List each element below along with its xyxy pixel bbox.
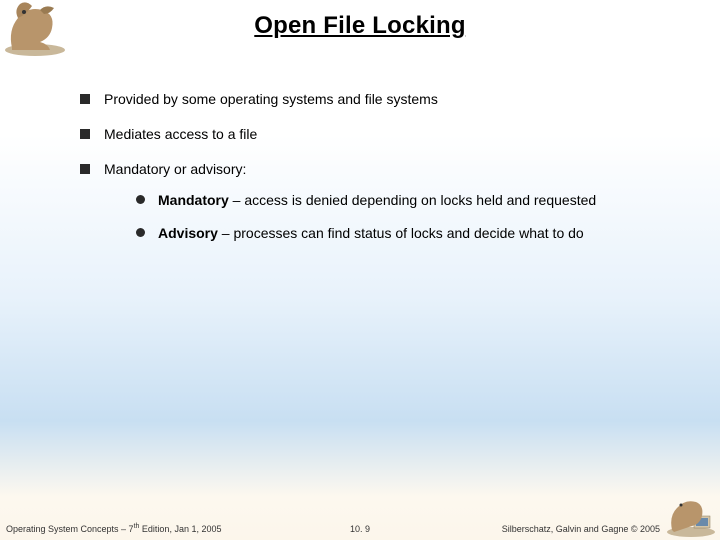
dino-icon-top	[0, 0, 70, 58]
footer-left: Operating System Concepts – 7th Edition,…	[6, 523, 221, 534]
sub-bold: Mandatory	[158, 192, 229, 208]
sub-rest: – access is denied depending on locks he…	[229, 192, 596, 208]
sub-item: Advisory – processes can find status of …	[136, 224, 660, 243]
bullet-item: Provided by some operating systems and f…	[80, 90, 660, 109]
bullet-list: Provided by some operating systems and f…	[80, 90, 660, 242]
sub-bold: Advisory	[158, 225, 218, 241]
bullet-item: Mandatory or advisory: Mandatory – acces…	[80, 160, 660, 243]
bullet-text: Provided by some operating systems and f…	[104, 91, 438, 107]
bullet-text: Mediates access to a file	[104, 126, 257, 142]
footer-page-number: 10. 9	[350, 524, 370, 534]
sub-rest: – processes can find status of locks and…	[218, 225, 584, 241]
bullet-item: Mediates access to a file	[80, 125, 660, 144]
sub-item: Mandatory – access is denied depending o…	[136, 191, 660, 210]
sub-list: Mandatory – access is denied depending o…	[136, 191, 660, 243]
slide-content: Provided by some operating systems and f…	[80, 90, 660, 258]
bullet-text: Mandatory or advisory:	[104, 161, 246, 177]
slide-title: Open File Locking	[0, 0, 720, 40]
slide-footer: Operating System Concepts – 7th Edition,…	[0, 516, 720, 534]
footer-right: Silberschatz, Galvin and Gagne © 2005	[502, 524, 660, 534]
